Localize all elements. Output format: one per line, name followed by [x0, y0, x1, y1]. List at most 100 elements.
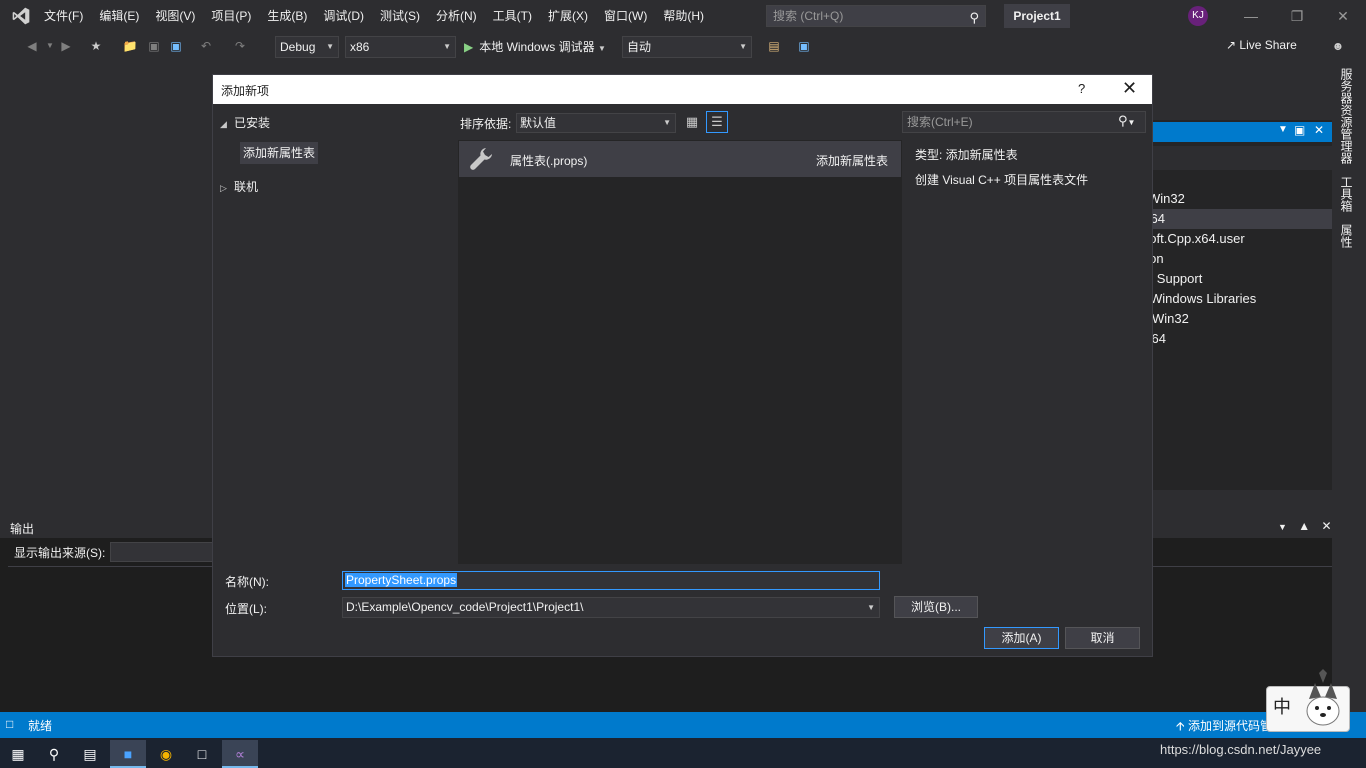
start-debugging-button[interactable]: ▶ 本地 Windows 调试器 ▼ [464, 36, 606, 58]
visual-studio-logo-icon[interactable] [10, 6, 32, 26]
pin-icon[interactable]: ▲ [1298, 519, 1310, 533]
search-icon[interactable]: ⚲▼ [1118, 113, 1135, 129]
menu-view[interactable]: 视图(V) [147, 0, 203, 32]
panel-header: ▼ ▣ ✕ [1152, 122, 1332, 142]
panel-float-icon[interactable]: ▣ [1294, 123, 1305, 137]
forward-icon[interactable]: ▶ [58, 38, 74, 54]
tree-item-application-sheet[interactable]: Application [1152, 249, 1332, 269]
config-value: Debug [280, 40, 316, 54]
tree-item-core-support-sheet[interactable]: Core Support [1152, 269, 1332, 289]
platform-select[interactable]: x86 ▼ [345, 36, 456, 58]
global-search-placeholder: 搜索 (Ctrl+Q) [773, 9, 844, 23]
taskbar-app-feishu[interactable]: ■ [110, 740, 146, 768]
task-view-icon: ▤ [83, 746, 97, 762]
visual-studio-icon: ∝ [234, 746, 245, 762]
menu-test[interactable]: 测试(S) [372, 0, 428, 32]
debug-target-select[interactable]: 自动 ▼ [622, 36, 752, 58]
project-title: Project1 [1004, 4, 1070, 28]
debug-target-value: 自动 [627, 40, 652, 54]
template-search-input[interactable]: 搜索(Ctrl+E) [902, 111, 1146, 133]
redo-icon[interactable]: ↷ [232, 38, 248, 54]
avatar[interactable]: KJ [1188, 6, 1208, 26]
expanded-arrow-icon: ◢ [220, 119, 227, 129]
maximize-button[interactable]: ❐ [1274, 0, 1320, 32]
taskbar-search-button[interactable]: ⚲ [36, 740, 72, 768]
menu-build[interactable]: 生成(B) [259, 0, 315, 32]
location-select[interactable]: D:\Example\Opencv_code\Project1\Project1… [342, 597, 880, 618]
open-folder-icon[interactable]: 📁 [122, 38, 138, 54]
grid-view-icon[interactable]: ▦ [684, 114, 700, 130]
template-tree-panel [213, 105, 456, 565]
close-icon: ✕ [1122, 78, 1138, 98]
chevron-down-icon[interactable]: ▼ [1278, 522, 1287, 532]
tab-toolbox[interactable]: 工具箱 [1338, 176, 1355, 212]
menu-extensions[interactable]: 扩展(X) [540, 0, 596, 32]
tree-node-add-property-sheet[interactable]: 添加新属性表 [240, 142, 319, 164]
chevron-down-icon: ▼ [739, 42, 747, 51]
dropdown-arrow-icon[interactable]: ▼ [42, 38, 58, 54]
undo-icon[interactable]: ↶ [198, 38, 214, 54]
tab-server-explorer[interactable]: 服务器资源管理器 [1338, 68, 1355, 164]
config-select[interactable]: Debug ▼ [275, 36, 339, 58]
close-icon[interactable]: ✕ [1314, 123, 1324, 137]
tab-properties[interactable]: 属性 [1338, 224, 1355, 248]
output-panel-controls: ▼ ▲ ✕ [1278, 519, 1332, 533]
taskbar-app-typora[interactable]: □ [184, 740, 220, 768]
new-project-icon[interactable]: ★ [88, 38, 104, 54]
menu-file[interactable]: 文件(F) [36, 0, 91, 32]
close-window-button[interactable]: ✕ [1320, 0, 1366, 32]
task-view-button[interactable]: ▤ [72, 740, 108, 768]
menu-bar: 文件(F) 编辑(E) 视图(V) 项目(P) 生成(B) 调试(D) 测试(S… [36, 0, 712, 32]
name-input[interactable]: PropertySheet.props [342, 571, 880, 590]
add-button[interactable]: 添加(A) [984, 627, 1059, 649]
menu-debug[interactable]: 调试(D) [315, 0, 372, 32]
find-in-files-icon[interactable]: ▤ [766, 38, 782, 54]
tree-item-windows-libraries-sheet[interactable]: Windows Libraries [1152, 289, 1332, 309]
save-all-icon[interactable]: ▣ [168, 38, 184, 54]
chrome-icon: ◉ [159, 746, 173, 762]
save-icon[interactable]: ▣ [146, 38, 162, 54]
feedback-icon[interactable]: ☻ [1330, 38, 1346, 54]
browse-button[interactable]: 浏览(B)... [894, 596, 978, 618]
template-list [458, 140, 902, 564]
menu-edit[interactable]: 编辑(E) [91, 0, 147, 32]
ime-status-widget[interactable]: 中 [1266, 669, 1350, 732]
menu-tools[interactable]: 工具(T) [485, 0, 540, 32]
list-view-icon[interactable]: ☰ [706, 111, 728, 133]
sort-by-select[interactable]: 默认值 ▼ [516, 113, 676, 133]
tree-item-x64-config[interactable]: x64 [1152, 209, 1332, 229]
tree-item-win32-config-2[interactable]: Win32 [1152, 309, 1332, 329]
tree-item-x64-config-2[interactable]: x64 [1152, 329, 1332, 349]
start-button[interactable]: ▦ [0, 740, 36, 768]
tree-item-cpp-user-sheet[interactable]: Microsoft.Cpp.x64.user [1152, 229, 1332, 249]
status-output-icon[interactable]: □ [6, 717, 13, 731]
dialog-close-button[interactable]: ✕ [1122, 78, 1137, 99]
menu-help[interactable]: 帮助(H) [655, 0, 712, 32]
menu-window[interactable]: 窗口(W) [596, 0, 655, 32]
template-type: 类型: 添加新属性表 [915, 148, 1018, 162]
help-button[interactable]: ? [1078, 81, 1085, 96]
search-icon: ⚲ [48, 746, 60, 762]
global-search-input[interactable]: 搜索 (Ctrl+Q) ⚲ [766, 5, 986, 27]
menu-analyze[interactable]: 分析(N) [428, 0, 485, 32]
close-icon[interactable]: ✕ [1322, 519, 1332, 533]
minimize-button[interactable]: — [1228, 0, 1274, 32]
taskbar-app-chrome[interactable]: ◉ [148, 740, 184, 768]
back-icon[interactable]: ◀ [24, 38, 40, 54]
tree-node-online-label: 联机 [234, 180, 259, 194]
browser-link-icon[interactable]: ▣ [796, 38, 812, 54]
panel-menu-icon[interactable]: ▼ [1278, 124, 1288, 135]
cancel-button[interactable]: 取消 [1065, 627, 1140, 649]
live-share-button[interactable]: ↗ Live Share [1226, 38, 1297, 52]
chevron-down-icon: ▼ [326, 42, 334, 51]
tree-item-win32-config[interactable]: Win32 [1152, 189, 1332, 209]
taskbar-app-visual-studio[interactable]: ∝ [222, 740, 258, 768]
dialog-title: 添加新项 [221, 84, 270, 98]
collapsed-arrow-icon: ▷ [220, 183, 227, 193]
tree-node-online[interactable]: ▷ 联机 [220, 178, 258, 195]
chevron-down-icon: ▼ [597, 44, 606, 53]
output-source-select[interactable] [110, 542, 220, 562]
chevron-down-icon: ▼ [663, 118, 671, 127]
menu-project[interactable]: 项目(P) [203, 0, 259, 32]
tree-node-installed[interactable]: ◢ 已安装 [220, 114, 270, 131]
